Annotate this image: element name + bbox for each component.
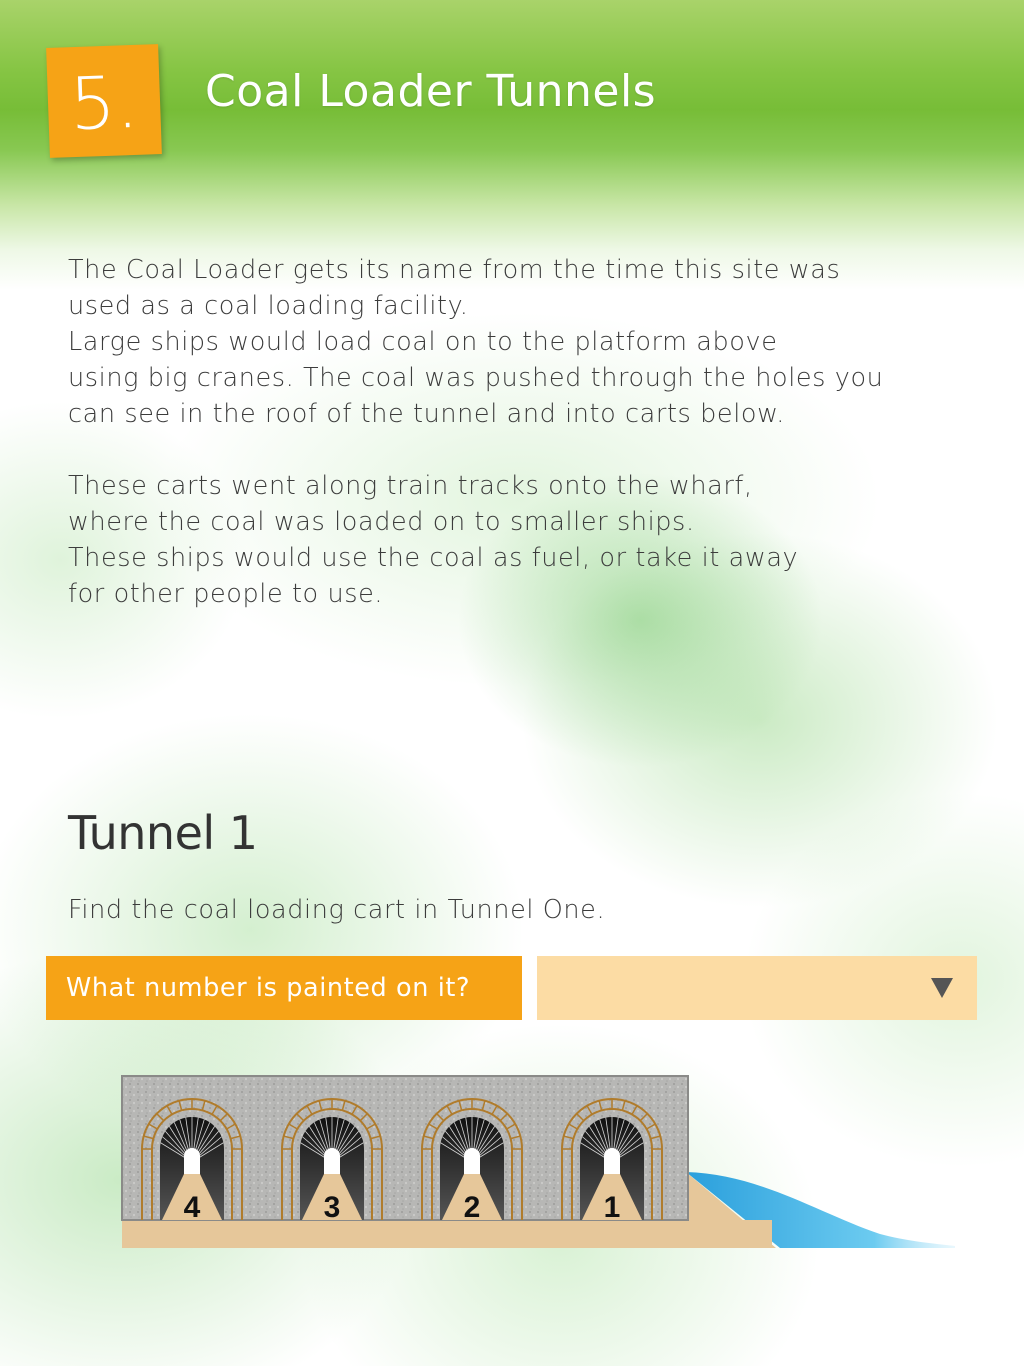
ground — [122, 1220, 772, 1248]
activity-instruction: Find the coal loading cart in Tunnel One… — [68, 895, 606, 925]
tunnel-number-label: 3 — [324, 1191, 341, 1224]
page: 5. Coal Loader Tunnels The Coal Loader g… — [0, 0, 1024, 1366]
tunnels-diagram: 4 3 2 1 — [121, 1075, 955, 1248]
intro-text: The Coal Loader gets its name from the t… — [68, 252, 968, 612]
tunnel-number-label: 1 — [604, 1191, 621, 1224]
answer-dropdown[interactable] — [537, 956, 977, 1020]
step-number: 5. — [68, 59, 140, 147]
intro-line: where the coal was loaded on to smaller … — [68, 507, 695, 537]
intro-line: used as a coal loading facility. — [68, 291, 469, 321]
intro-line: using big cranes. The coal was pushed th… — [68, 363, 884, 393]
question-text: What number is painted on it? — [66, 973, 471, 1003]
chevron-down-icon[interactable] — [931, 978, 953, 998]
page-title: Coal Loader Tunnels — [205, 66, 657, 117]
intro-line: for other people to use. — [68, 579, 384, 609]
tunnel-number-label: 4 — [184, 1191, 201, 1224]
intro-line: The Coal Loader gets its name from the t… — [68, 255, 841, 285]
question-label: What number is painted on it? — [46, 956, 522, 1020]
section-heading: Tunnel 1 — [68, 806, 258, 860]
intro-line: Large ships would load coal on to the pl… — [68, 327, 778, 357]
intro-line: can see in the roof of the tunnel and in… — [68, 399, 785, 429]
intro-line: These ships would use the coal as fuel, … — [68, 543, 799, 573]
intro-line: These carts went along train tracks onto… — [68, 471, 753, 501]
tunnel-number-label: 2 — [464, 1191, 481, 1224]
step-number-badge: 5. — [46, 44, 162, 158]
